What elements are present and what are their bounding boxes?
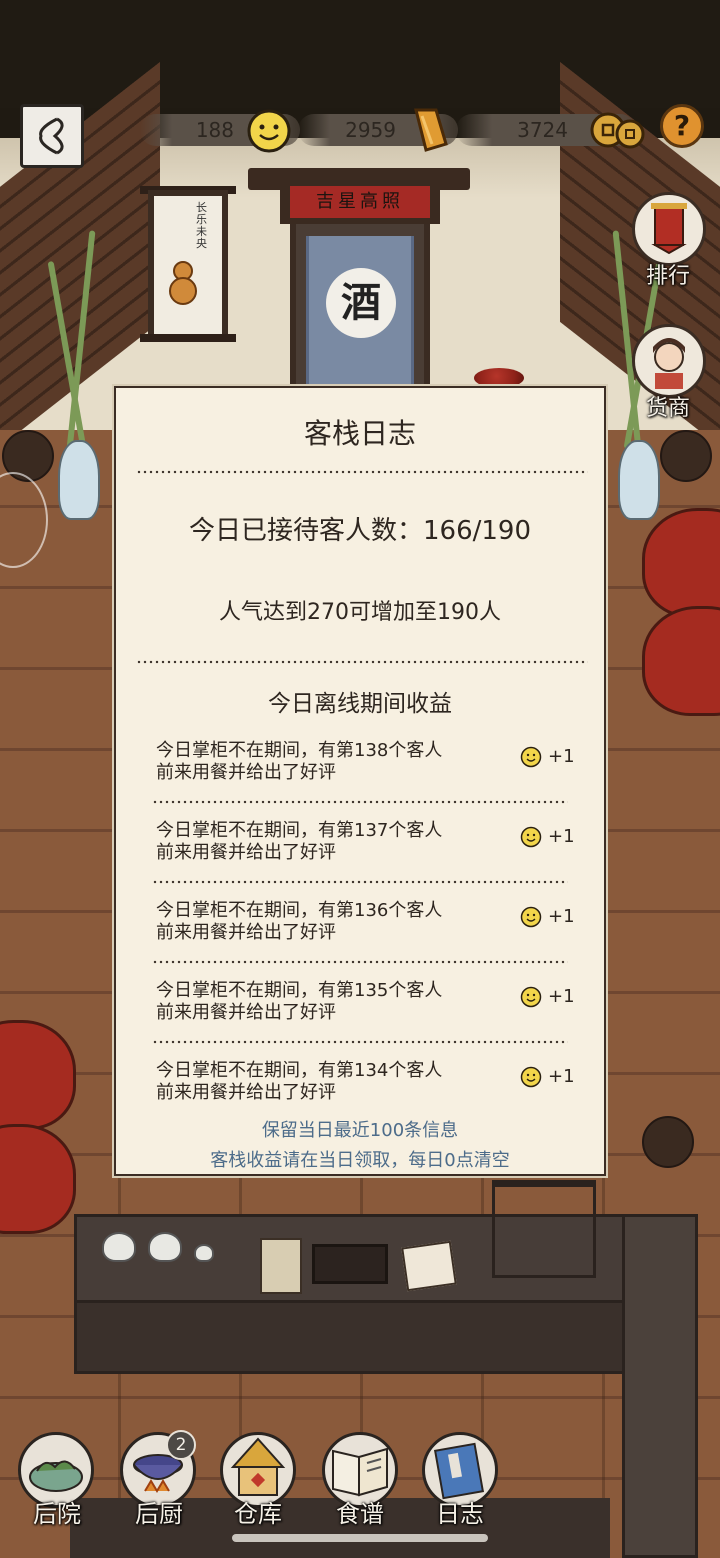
log-entry-text: 今日掌柜不在期间，有第138个客人 前来用餐并给出了好评 bbox=[156, 740, 506, 784]
teacup-icon bbox=[194, 1244, 214, 1262]
nav-backyard-label: 后院 bbox=[33, 1500, 81, 1528]
retention-note: 保留当日最近100条信息 bbox=[261, 1120, 459, 1141]
brush-rack-icon bbox=[492, 1180, 596, 1278]
abacus-icon bbox=[312, 1244, 388, 1284]
log-line-2: 前来用餐并给出了好评 bbox=[156, 1082, 336, 1100]
back-arrow-icon bbox=[39, 117, 64, 155]
gold-ingot-icon bbox=[414, 108, 448, 152]
porcelain-vase bbox=[618, 440, 660, 520]
porcelain-vase bbox=[58, 440, 100, 520]
status-bar bbox=[0, 0, 720, 108]
divider bbox=[136, 660, 588, 664]
popularity-value: 188 bbox=[195, 118, 234, 142]
scroll-rod-bottom bbox=[140, 334, 236, 342]
list-item: 今日掌柜不在期间，有第137个客人 前来用餐并给出了好评 +1 bbox=[152, 814, 578, 894]
reward-value: +1 bbox=[548, 746, 575, 767]
log-line-2: 前来用餐并给出了好评 bbox=[156, 922, 336, 943]
kitchen-badge: 2 bbox=[166, 1430, 196, 1460]
gourd-icon bbox=[169, 261, 197, 305]
ranking-banner-icon bbox=[651, 203, 687, 255]
nav-warehouse-label: 仓库 bbox=[234, 1500, 282, 1528]
divider bbox=[152, 960, 568, 964]
copper-coins-icon bbox=[590, 112, 645, 149]
back-button[interactable] bbox=[20, 104, 84, 168]
nav-journal-label: 日志 bbox=[436, 1500, 484, 1528]
log-entry-text: 今日掌柜不在期间，有第136个客人 前来用餐并给出了好评 bbox=[156, 900, 506, 944]
ranking-button[interactable] bbox=[632, 192, 706, 266]
divider bbox=[152, 800, 568, 804]
shop-sign: 吉星高照 bbox=[290, 186, 430, 218]
teapot-icon bbox=[148, 1232, 182, 1262]
ledger-book-icon bbox=[260, 1238, 302, 1294]
smiley-face-icon bbox=[520, 1066, 542, 1088]
merchant-avatar-icon bbox=[653, 338, 685, 389]
reward-value: +1 bbox=[548, 826, 575, 847]
ranking-label: 排行 bbox=[645, 264, 690, 289]
paper-scroll-icon bbox=[401, 1240, 457, 1292]
list-item: 今日掌柜不在期间，有第135个客人 前来用餐并给出了好评 +1 bbox=[152, 974, 578, 1054]
popularity-hint: 人气达到270可增加至190人 bbox=[219, 600, 501, 625]
dialog-title: 客栈日志 bbox=[303, 417, 416, 450]
smiley-face-icon bbox=[520, 906, 542, 928]
coins-value: 3724 bbox=[517, 118, 568, 142]
inn-log-dialog: 客栈日志 今日已接待客人数：166/190 人气达到270可增加至190人 今日… bbox=[114, 386, 606, 1176]
home-indicator[interactable] bbox=[232, 1534, 488, 1542]
help-button[interactable]: ? bbox=[660, 104, 704, 148]
wine-badge: 酒 bbox=[326, 268, 396, 338]
log-line-1: 今日掌柜不在期间，有第134个客人 bbox=[156, 1060, 443, 1081]
log-line-2: 前来用餐并给出了好评 bbox=[156, 1002, 336, 1023]
teapot-icon bbox=[102, 1232, 136, 1262]
nav-recipe-label: 食谱 bbox=[336, 1500, 384, 1528]
divider bbox=[152, 880, 568, 884]
log-entry-text: 今日掌柜不在期间，有第135个客人 前来用餐并给出了好评 bbox=[156, 980, 506, 1024]
log-line-1: 今日掌柜不在期间，有第138个客人 bbox=[156, 740, 443, 761]
log-line-1: 今日掌柜不在期间，有第135个客人 bbox=[156, 980, 443, 1001]
guest-count: 今日已接待客人数：166/190 bbox=[188, 516, 531, 546]
log-line-2: 前来用餐并给出了好评 bbox=[156, 842, 336, 863]
divider bbox=[136, 470, 588, 474]
reward-value: +1 bbox=[548, 906, 575, 927]
smiley-face-icon bbox=[520, 986, 542, 1008]
merchant-button[interactable] bbox=[632, 324, 706, 398]
list-item: 今日掌柜不在期间，有第138个客人 前来用餐并给出了好评 +1 bbox=[152, 734, 578, 814]
log-line-1: 今日掌柜不在期间，有第137个客人 bbox=[156, 820, 443, 841]
list-item: 今日掌柜不在期间，有第136个客人 前来用餐并给出了好评 +1 bbox=[152, 894, 578, 974]
log-entry-text: 今日掌柜不在期间，有第134个客人 前来用餐并给出了好评 bbox=[156, 1060, 506, 1100]
merchant-label: 货商 bbox=[645, 396, 690, 421]
smiley-face-icon bbox=[247, 109, 291, 153]
log-list[interactable]: 今日掌柜不在期间，有第138个客人 前来用餐并给出了好评 +1 今日掌柜不在期间… bbox=[152, 734, 578, 1100]
nav-kitchen-label: 后厨 bbox=[135, 1500, 183, 1528]
log-line-1: 今日掌柜不在期间，有第136个客人 bbox=[156, 900, 443, 921]
counter-side bbox=[622, 1214, 698, 1558]
plant-stand bbox=[642, 1116, 694, 1168]
log-line-2: 前来用餐并给出了好评 bbox=[156, 762, 336, 783]
reward-value: +1 bbox=[548, 1066, 575, 1087]
painting-calligraphy: 长乐未央 bbox=[196, 201, 207, 250]
counter-front bbox=[74, 1300, 634, 1374]
small-wine-jar bbox=[474, 368, 524, 388]
list-item: 今日掌柜不在期间，有第134个客人 前来用餐并给出了好评 +1 bbox=[152, 1054, 578, 1100]
smiley-face-icon bbox=[520, 826, 542, 848]
offline-earnings-title: 今日离线期间收益 bbox=[268, 691, 452, 717]
claim-note: 客栈收益请在当日领取，每日0点清空 bbox=[210, 1150, 510, 1171]
divider bbox=[152, 1040, 568, 1044]
smiley-face-icon bbox=[520, 746, 542, 768]
log-entry-text: 今日掌柜不在期间，有第137个客人 前来用餐并给出了好评 bbox=[156, 820, 506, 864]
plant-stand bbox=[660, 430, 712, 482]
reward-value: +1 bbox=[548, 986, 575, 1007]
gold-value: 2959 bbox=[345, 118, 396, 142]
